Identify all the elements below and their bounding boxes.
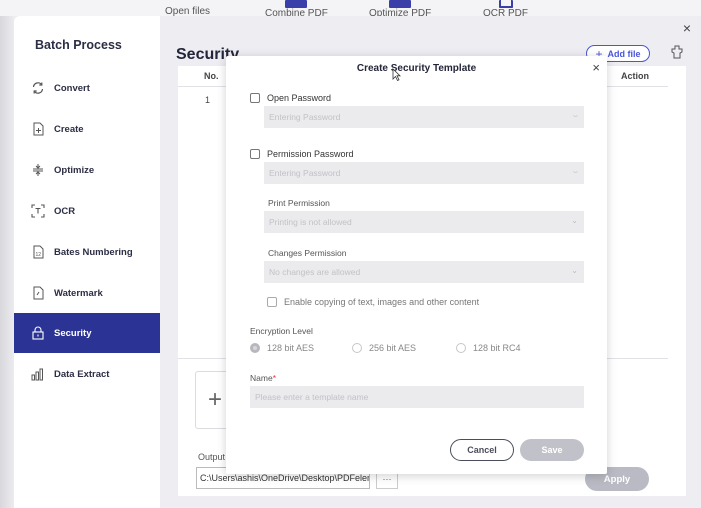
radio-128-rc4[interactable]: 128 bit RC4 — [456, 343, 521, 353]
open-password-input[interactable]: Entering Password ⌣ — [264, 106, 584, 128]
changes-permission-select[interactable]: No changes are allowed ⌄ — [264, 261, 584, 283]
radio-icon — [352, 343, 362, 353]
add-file-label: Add file — [607, 48, 641, 59]
sidebar: Batch Process Convert Create Optimize OC… — [14, 16, 160, 508]
permission-password-checkbox[interactable]: Permission Password — [250, 149, 354, 159]
close-icon[interactable]: × — [592, 60, 600, 75]
settings-icon[interactable] — [670, 45, 684, 59]
lock-icon — [30, 325, 46, 341]
open-password-placeholder: Entering Password — [269, 112, 341, 122]
name-label: Name* — [250, 373, 276, 383]
combine-icon — [285, 0, 308, 8]
table-row: 1 — [205, 95, 211, 105]
print-permission-value: Printing is not allowed — [269, 217, 352, 227]
radio-label: 256 bit AES — [369, 343, 417, 353]
sidebar-item-label: Bates Numbering — [54, 246, 133, 258]
required-mark: * — [272, 373, 276, 383]
template-name-placeholder: Please enter a template name — [255, 392, 369, 402]
checkbox[interactable] — [250, 93, 260, 103]
window-close-icon[interactable]: × — [683, 20, 691, 36]
open-password-checkbox[interactable]: Open Password — [250, 93, 331, 103]
open-password-label: Open Password — [267, 93, 332, 103]
chart-icon — [30, 366, 46, 382]
sidebar-item-bates-numbering[interactable]: 12 Bates Numbering — [14, 232, 160, 272]
eye-hidden-icon[interactable]: ⌣ — [573, 167, 578, 177]
changes-permission-label: Changes Permission — [268, 248, 347, 258]
radio-label: 128 bit AES — [267, 343, 315, 353]
sidebar-item-label: Watermark — [54, 287, 103, 299]
name-label-text: Name — [250, 373, 273, 383]
encryption-level-label: Encryption Level — [250, 326, 313, 336]
sidebar-item-convert[interactable]: Convert — [14, 68, 160, 108]
chevron-down-icon: ⌄ — [571, 216, 578, 225]
chevron-down-icon: ⌄ — [571, 266, 578, 275]
dialog-title: Create Security Template — [356, 63, 477, 74]
checkbox[interactable] — [250, 149, 260, 159]
output-label: Output — [198, 452, 226, 462]
sidebar-item-label: Security — [54, 327, 92, 339]
mouse-cursor-icon — [392, 68, 401, 82]
ocr-icon — [498, 0, 513, 8]
save-button[interactable]: Save — [520, 439, 584, 461]
template-name-input[interactable]: Please enter a template name — [250, 386, 584, 408]
optimize-icon — [389, 0, 412, 8]
enable-copying-label: Enable copying of text, images and other… — [284, 297, 480, 307]
radio-128-aes[interactable]: 128 bit AES — [250, 343, 314, 353]
sidebar-item-label: Create — [54, 123, 84, 135]
sidebar-item-watermark[interactable]: Watermark — [14, 273, 160, 313]
watermark-icon — [30, 285, 46, 301]
convert-icon — [30, 80, 46, 96]
enable-copying-checkbox[interactable]: Enable copying of text, images and other… — [267, 297, 479, 307]
window-edge — [0, 0, 14, 508]
sidebar-item-create[interactable]: Create — [14, 109, 160, 149]
create-security-template-dialog: Create Security Template × Open Password… — [226, 56, 607, 474]
create-icon — [30, 121, 46, 137]
sidebar-item-label: Optimize — [54, 164, 95, 176]
radio-icon — [456, 343, 466, 353]
permission-password-input[interactable]: Entering Password ⌣ — [264, 162, 584, 184]
column-header-no: No. — [204, 71, 219, 81]
radio-256-aes[interactable]: 256 bit AES — [352, 343, 416, 353]
radio-selected-icon — [250, 343, 260, 353]
permission-password-placeholder: Entering Password — [269, 168, 341, 178]
checkbox[interactable] — [267, 297, 277, 307]
sidebar-item-security[interactable]: Security — [14, 313, 160, 353]
radio-label: 128 bit RC4 — [473, 343, 521, 353]
optimize-icon — [30, 162, 46, 178]
print-permission-select[interactable]: Printing is not allowed ⌄ — [264, 211, 584, 233]
sidebar-item-label: Convert — [54, 82, 90, 94]
sidebar-item-optimize[interactable]: Optimize — [14, 150, 160, 190]
sidebar-item-label: OCR — [54, 205, 76, 217]
cancel-button[interactable]: Cancel — [450, 439, 514, 461]
bates-icon: 12 — [30, 244, 46, 260]
ocr-icon — [30, 203, 46, 219]
sidebar-title: Batch Process — [35, 38, 122, 52]
svg-text:12: 12 — [36, 252, 42, 258]
sidebar-item-label: Data Extract — [54, 368, 110, 380]
permission-password-label: Permission Password — [267, 149, 354, 159]
column-header-action: Action — [621, 71, 649, 81]
print-permission-label: Print Permission — [268, 198, 330, 208]
eye-hidden-icon[interactable]: ⌣ — [573, 111, 578, 121]
background-toolbar: Open files Combine PDF Optimize PDF OCR … — [0, 0, 701, 19]
sidebar-item-ocr[interactable]: OCR — [14, 191, 160, 231]
sidebar-item-data-extract[interactable]: Data Extract — [14, 354, 160, 394]
changes-permission-value: No changes are allowed — [269, 267, 361, 277]
